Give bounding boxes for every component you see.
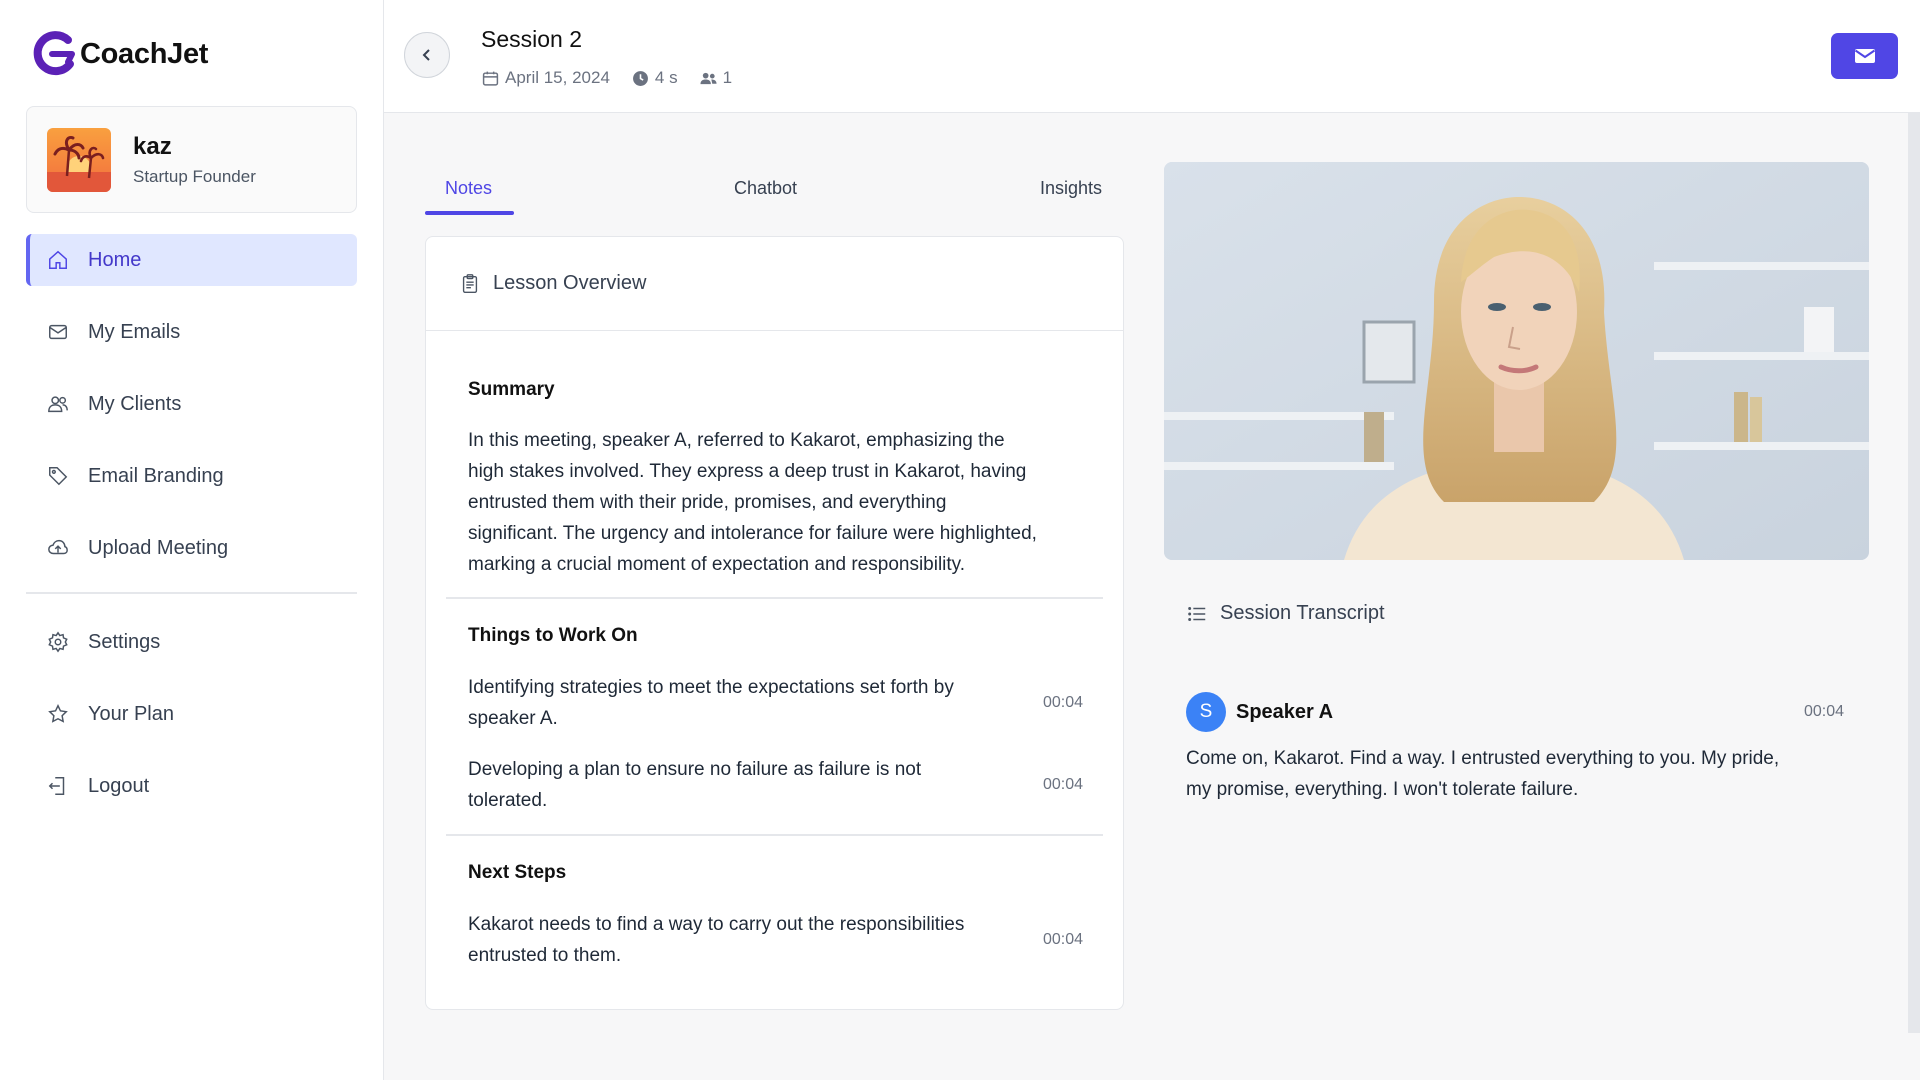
item-timestamp[interactable]: 00:04 <box>1043 776 1083 794</box>
session-transcript-header: Session Transcript <box>1186 602 1385 625</box>
sidebar: CoachJet kaz Startup Founder Home My Ema… <box>0 0 384 1080</box>
mail-icon <box>46 320 70 344</box>
profile-avatar <box>47 127 111 192</box>
profile-card[interactable]: kaz Startup Founder <box>26 106 357 213</box>
session-meta: April 15, 2024 4 s 1 <box>482 68 754 88</box>
session-header: Session 2 April 15, 2024 4 s 1 <box>384 0 1920 113</box>
sidebar-item-upload-meeting[interactable]: Upload Meeting <box>26 522 357 574</box>
clock-icon <box>632 70 648 86</box>
gear-icon <box>46 630 70 654</box>
notes-card: Lesson Overview Summary In this meeting,… <box>425 236 1124 1010</box>
page-title: Session 2 <box>481 26 583 52</box>
tab-chatbot[interactable]: Chatbot <box>734 178 797 199</box>
session-date: April 15, 2024 <box>505 68 610 87</box>
sidebar-item-logout[interactable]: Logout <box>26 760 357 812</box>
section-divider <box>446 834 1103 836</box>
item-timestamp[interactable]: 00:04 <box>1043 694 1083 712</box>
active-tab-indicator <box>425 211 514 215</box>
session-transcript-title: Session Transcript <box>1220 602 1385 624</box>
sidebar-item-label: Logout <box>88 774 150 797</box>
item-timestamp[interactable]: 00:04 <box>1043 931 1083 949</box>
sidebar-item-home[interactable]: Home <box>26 234 357 286</box>
list-item: Developing a plan to ensure no failure a… <box>468 759 922 811</box>
sidebar-item-your-plan[interactable]: Your Plan <box>26 688 357 740</box>
things-to-work-on-title: Things to Work On <box>468 625 638 646</box>
list-item: Kakarot needs to find a way to carry out… <box>468 914 965 966</box>
tag-icon <box>46 464 70 488</box>
sidebar-item-label: My Emails <box>88 320 181 343</box>
cloud-upload-icon <box>46 536 70 560</box>
sidebar-item-my-clients[interactable]: My Clients <box>26 378 357 430</box>
sidebar-item-label: My Clients <box>88 392 182 415</box>
summary-text: In this meeting, speaker A, referred to … <box>468 430 1037 575</box>
tab-insights[interactable]: Insights <box>1040 178 1102 199</box>
mail-icon <box>1854 49 1875 63</box>
sidebar-item-label: Upload Meeting <box>88 536 229 559</box>
lesson-overview-header: Lesson Overview <box>426 237 1123 331</box>
speaker-name: Speaker A <box>1236 700 1334 723</box>
session-video[interactable] <box>1164 162 1869 560</box>
back-button[interactable] <box>404 32 450 78</box>
session-duration: 4 s <box>654 68 678 87</box>
summary-title: Summary <box>468 379 555 400</box>
transcript-speaker-row: S Speaker A 00:04 <box>1186 692 1844 732</box>
participants-icon <box>700 72 717 84</box>
sidebar-divider <box>26 592 357 594</box>
users-icon <box>46 392 70 416</box>
sidebar-item-my-emails[interactable]: My Emails <box>26 306 357 358</box>
transcript-utterance: Come on, Kakarot. Find a way. I entruste… <box>1186 748 1780 800</box>
section-divider <box>446 597 1103 599</box>
sidebar-item-label: Settings <box>88 630 161 653</box>
coachjet-logo-icon <box>33 31 75 76</box>
sidebar-item-settings[interactable]: Settings <box>26 616 357 668</box>
clipboard-icon <box>462 273 478 293</box>
brand-logo[interactable]: CoachJet <box>28 28 208 80</box>
star-icon <box>46 702 70 726</box>
list-item: Identifying strategies to meet the expec… <box>468 677 954 729</box>
sidebar-item-email-branding[interactable]: Email Branding <box>26 450 357 502</box>
next-steps-title: Next Steps <box>468 862 567 883</box>
calendar-icon <box>482 71 499 86</box>
session-participants: 1 <box>722 68 733 87</box>
transcript-timestamp[interactable]: 00:04 <box>1804 703 1844 721</box>
chevron-left-icon <box>422 49 430 61</box>
sidebar-item-label: Email Branding <box>88 464 224 487</box>
tab-notes[interactable]: Notes <box>445 178 492 199</box>
profile-name: kaz <box>133 132 172 160</box>
page-scrollbar[interactable] <box>1908 113 1920 1033</box>
profile-role: Startup Founder <box>133 166 256 186</box>
session-tabs: Notes Chatbot Insights <box>425 170 1125 216</box>
speaker-avatar: S <box>1186 692 1226 732</box>
send-email-button[interactable] <box>1831 33 1898 79</box>
lesson-overview-title: Lesson Overview <box>493 272 647 294</box>
logout-icon <box>46 774 70 798</box>
sidebar-item-label: Your Plan <box>88 702 174 725</box>
home-icon <box>46 248 70 272</box>
brand-name: CoachJet <box>80 37 209 70</box>
list-icon <box>1188 606 1206 621</box>
sidebar-item-label: Home <box>88 248 142 271</box>
